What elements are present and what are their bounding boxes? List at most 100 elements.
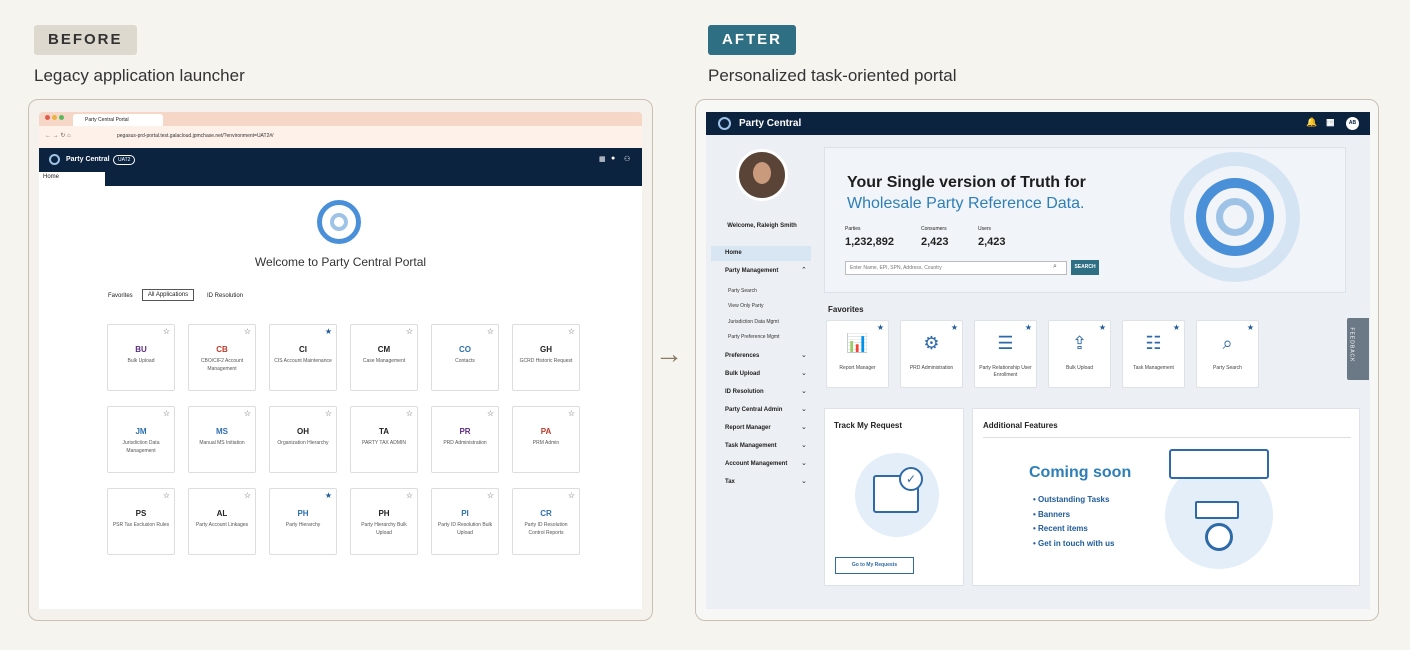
star-outline-icon[interactable]: ☆ xyxy=(163,491,170,500)
app-tile[interactable]: ☆ PH Party Hierarchy Bulk Upload xyxy=(350,488,418,555)
chevron-down-icon[interactable]: ⌄ xyxy=(801,351,807,359)
app-tile[interactable]: ☆ PR PRD Administration xyxy=(431,406,499,473)
sidebar-item[interactable]: ID Resolution xyxy=(711,385,811,400)
filter-all-applications[interactable]: All Applications xyxy=(142,289,194,301)
app-tile[interactable]: ☆ MS Manual MS Initiation xyxy=(188,406,256,473)
grid-icon[interactable]: ▦ xyxy=(599,155,606,163)
chevron-down-icon[interactable]: ⌄ xyxy=(801,459,807,467)
star-outline-icon[interactable]: ☆ xyxy=(487,327,494,336)
star-filled-icon[interactable]: ★ xyxy=(325,327,332,336)
star-filled-icon[interactable]: ★ xyxy=(1099,323,1106,332)
maximize-dot[interactable] xyxy=(59,115,64,120)
sidebar-item[interactable]: Party Central Admin xyxy=(711,403,811,418)
app-tile[interactable]: ☆ PA PRM Admin xyxy=(512,406,580,473)
bell-icon[interactable]: 🔔 xyxy=(1306,117,1317,128)
go-to-requests-button[interactable]: Go to My Requests xyxy=(835,557,914,574)
chevron-down-icon[interactable]: ⌄ xyxy=(801,369,807,377)
grid-icon[interactable]: ▦ xyxy=(1326,117,1335,128)
close-dot[interactable] xyxy=(45,115,50,120)
minimize-dot[interactable] xyxy=(52,115,57,120)
star-outline-icon[interactable]: ☆ xyxy=(487,491,494,500)
app-tile[interactable]: ☆ PI Party ID Resolution Bulk Upload xyxy=(431,488,499,555)
bell-icon[interactable]: ● xyxy=(611,155,615,162)
favorite-tile[interactable]: ★ ⚙ PRD Administration xyxy=(900,320,963,388)
sidebar-item[interactable]: Tax xyxy=(711,475,811,490)
chevron-down-icon[interactable]: ⌄ xyxy=(801,387,807,395)
star-filled-icon[interactable]: ★ xyxy=(951,323,958,332)
favorite-icon: ☰ xyxy=(997,333,1014,353)
star-outline-icon[interactable]: ☆ xyxy=(244,409,251,418)
app-tile[interactable]: ☆ BU Bulk Upload xyxy=(107,324,175,391)
app-tile[interactable]: ☆ CB CBO/CIF2 Account Management xyxy=(188,324,256,391)
sidebar-item[interactable]: Preferences xyxy=(711,349,811,364)
star-filled-icon[interactable]: ★ xyxy=(877,323,884,332)
app-code: CR xyxy=(540,509,552,518)
app-tile[interactable]: ☆ AL Party Account Linkages xyxy=(188,488,256,555)
nav-arrows-icon[interactable]: ← → ↻ ⌂ xyxy=(45,132,71,139)
app-tile[interactable]: ☆ JM Jurisdiction Data Management xyxy=(107,406,175,473)
hero-line1: Your Single version of Truth for xyxy=(847,174,1086,191)
sidebar-subitem[interactable]: Jurisdiction Data Mgmt xyxy=(728,319,779,325)
filter-id-resolution[interactable]: ID Resolution xyxy=(207,293,243,299)
app-tile[interactable]: ☆ TA PARTY TAX ADMIN xyxy=(350,406,418,473)
star-outline-icon[interactable]: ☆ xyxy=(406,491,413,500)
search-button[interactable]: SEARCH xyxy=(1071,260,1099,275)
favorite-tile[interactable]: ★ ☰ Party Relationship User Enrollment xyxy=(974,320,1037,388)
star-outline-icon[interactable]: ☆ xyxy=(487,409,494,418)
app-tile[interactable]: ☆ CR Party ID Resolution Control Reports xyxy=(512,488,580,555)
chevron-down-icon[interactable]: ⌄ xyxy=(801,441,807,449)
star-outline-icon[interactable]: ☆ xyxy=(568,491,575,500)
sidebar-subitem[interactable]: Party Preference Mgmt xyxy=(728,334,779,340)
favorite-tile[interactable]: ★ ⌕ Party Search xyxy=(1196,320,1259,388)
star-filled-icon[interactable]: ★ xyxy=(1247,323,1254,332)
app-tile[interactable]: ★ PH Party Hierarchy xyxy=(269,488,337,555)
star-filled-icon[interactable]: ★ xyxy=(325,491,332,500)
chevron-down-icon[interactable]: ⌄ xyxy=(801,423,807,431)
avatar[interactable]: AB xyxy=(1346,117,1359,130)
star-outline-icon[interactable]: ☆ xyxy=(244,491,251,500)
sidebar-item[interactable]: Party Management xyxy=(711,264,811,279)
sidebar-subitem[interactable]: View Only Party xyxy=(728,303,763,309)
chevron-down-icon[interactable]: ⌃ xyxy=(801,266,807,274)
url-text[interactable]: pegasus-prd-portal.test.galacloud.jpmcha… xyxy=(117,133,274,139)
party-search-input[interactable] xyxy=(845,261,1067,275)
stat-label-consumers: Consumers xyxy=(921,226,947,232)
sidebar-item[interactable]: Bulk Upload xyxy=(711,367,811,382)
browser-tab[interactable]: Party Central Portal xyxy=(73,114,163,126)
star-filled-icon[interactable]: ★ xyxy=(1025,323,1032,332)
favorite-tile[interactable]: ★ 📊 Report Manager xyxy=(826,320,889,388)
app-code: CM xyxy=(377,345,391,354)
star-outline-icon[interactable]: ☆ xyxy=(568,327,575,336)
star-outline-icon[interactable]: ☆ xyxy=(568,409,575,418)
app-tile[interactable]: ★ CI CIS Account Maintenance xyxy=(269,324,337,391)
star-outline-icon[interactable]: ☆ xyxy=(163,327,170,336)
star-outline-icon[interactable]: ☆ xyxy=(163,409,170,418)
star-outline-icon[interactable]: ☆ xyxy=(325,409,332,418)
favorite-tile[interactable]: ★ ⇪ Bulk Upload xyxy=(1048,320,1111,388)
app-tile[interactable]: ☆ CO Contacts xyxy=(431,324,499,391)
app-tile[interactable]: ☆ PS PSR Tax Exclusion Rules xyxy=(107,488,175,555)
sidebar-item[interactable]: Task Management xyxy=(711,439,811,454)
favorite-tile[interactable]: ★ ☷ Task Management xyxy=(1122,320,1185,388)
chevron-down-icon[interactable]: ⌄ xyxy=(801,477,807,485)
sidebar-item[interactable]: Home xyxy=(711,246,811,261)
sidebar-item[interactable]: Report Manager xyxy=(711,421,811,436)
home-tab[interactable]: Home xyxy=(43,174,59,180)
sidebar-subitem[interactable]: Party Search xyxy=(728,288,757,294)
feedback-tab[interactable]: FEEDBACK xyxy=(1347,318,1369,380)
star-outline-icon[interactable]: ☆ xyxy=(406,409,413,418)
app-tile[interactable]: ☆ GH GCRD Historic Request xyxy=(512,324,580,391)
app-tile[interactable]: ☆ OH Organization Hierarchy xyxy=(269,406,337,473)
chevron-down-icon[interactable]: ⌄ xyxy=(801,405,807,413)
portal-app-name: Party Central xyxy=(739,118,802,129)
star-filled-icon[interactable]: ★ xyxy=(1173,323,1180,332)
filter-favorites[interactable]: Favorites xyxy=(108,293,133,299)
app-tile[interactable]: ☆ CM Case Management xyxy=(350,324,418,391)
portal-logo-icon xyxy=(317,200,361,244)
app-name: PRM Admin xyxy=(532,440,560,446)
star-outline-icon[interactable]: ☆ xyxy=(244,327,251,336)
star-outline-icon[interactable]: ☆ xyxy=(406,327,413,336)
user-icon[interactable]: ⚇ xyxy=(624,155,630,163)
app-code: CB xyxy=(216,345,228,354)
sidebar-item[interactable]: Account Management xyxy=(711,457,811,472)
